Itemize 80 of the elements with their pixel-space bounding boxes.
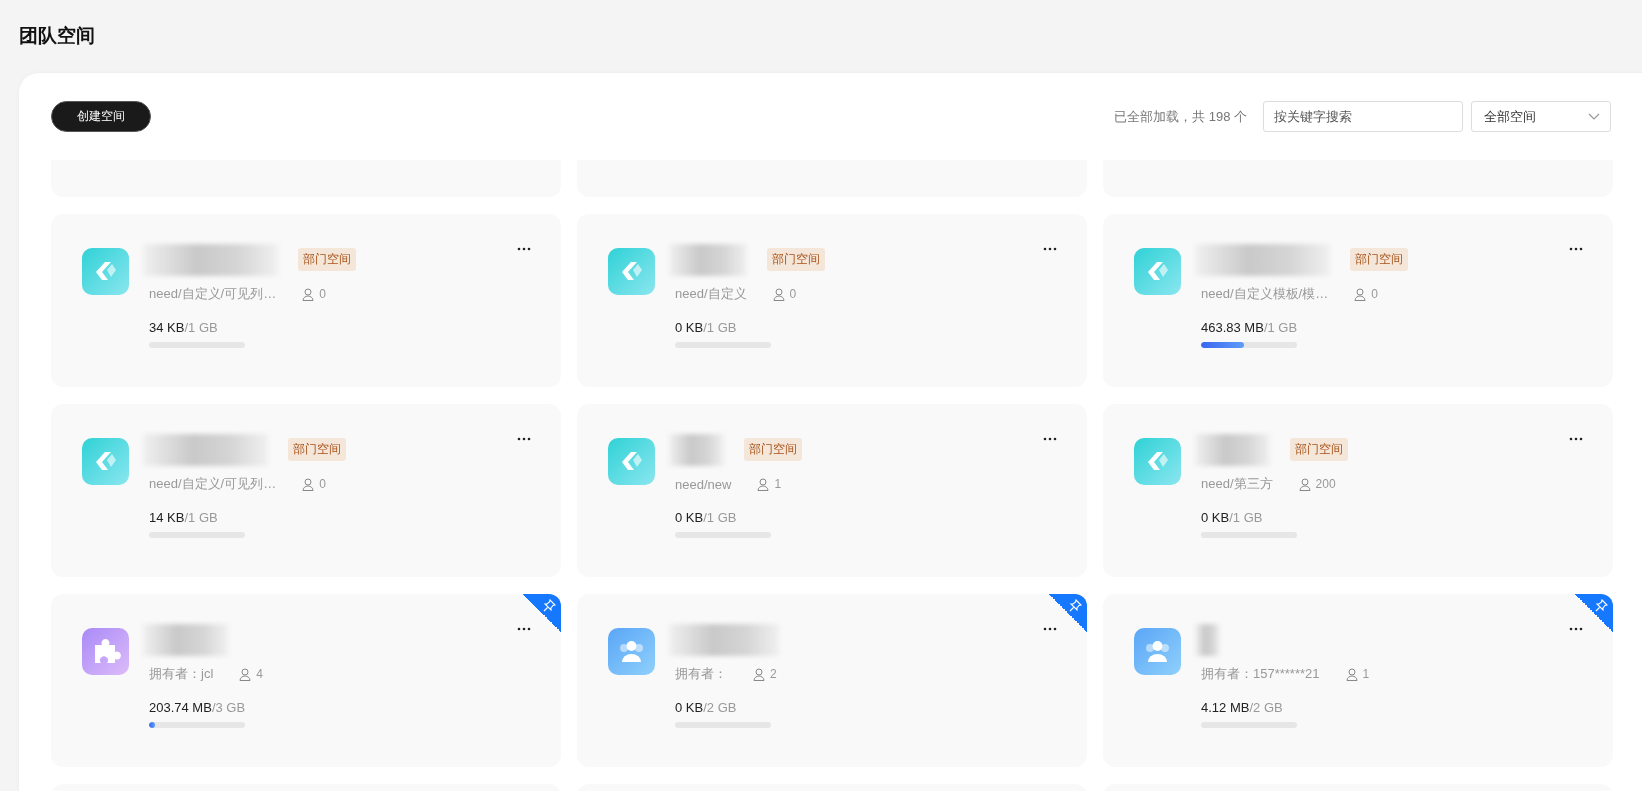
member-count: 200	[1315, 477, 1336, 491]
app-logo-icon	[82, 248, 129, 295]
space-info: 拥有者：jcl	[149, 665, 214, 683]
app-logo-icon	[608, 248, 655, 295]
space-info: need/自定义/可见列…	[149, 285, 277, 303]
search-field[interactable]: 按关键字搜索	[1263, 101, 1463, 132]
department-tag: 部门空间	[298, 248, 356, 271]
storage-used: 0 KB	[1201, 510, 1230, 525]
department-tag: 部门空间	[288, 438, 346, 461]
person-icon	[302, 477, 315, 491]
puzzle-icon	[82, 628, 129, 675]
space-info: need/new	[675, 476, 732, 492]
storage-used: 4.12 MB	[1201, 700, 1250, 715]
group-icon	[1134, 628, 1181, 675]
storage-used: 203.74 MB	[149, 700, 212, 715]
space-card[interactable]: 拥有者：157******21 1 4.12 MB/2 GB	[1103, 594, 1613, 767]
load-status: 已全部加载，共 198 个	[1114, 107, 1247, 126]
member-count: 4	[256, 667, 263, 681]
storage-total: /1 GB	[184, 320, 218, 335]
storage-used: 14 KB	[149, 510, 185, 525]
member-count: 0	[1371, 287, 1378, 301]
chevron-down-icon	[1588, 112, 1600, 121]
space-card[interactable]: 部门空间 need/自定义/可见列… 0 34 KB/1 GB	[51, 214, 561, 387]
department-tag: 部门空间	[767, 248, 825, 271]
department-tag: 部门空间	[1290, 438, 1348, 461]
app-logo-icon	[608, 438, 655, 485]
member-count: 2	[770, 667, 777, 681]
member-count: 1	[1362, 667, 1370, 681]
member-count: 0	[789, 287, 797, 301]
storage-used: 0 KB	[675, 320, 704, 335]
department-tag: 部门空间	[1350, 248, 1408, 271]
department-tag: 部门空间	[744, 438, 802, 461]
create-space-button[interactable]: 创建空间	[51, 101, 151, 132]
space-info: need/自定义/可见列…	[149, 475, 277, 493]
redacted-name	[669, 434, 724, 466]
member-count: 1	[774, 477, 782, 491]
space-card[interactable]: 拥有者：jcl 4 203.74 MB/3 GB	[51, 594, 561, 767]
space-info: need/自定义模板/模…	[1201, 285, 1329, 303]
space-card[interactable]: 部门空间 need/自定义模板/模… 0 463.83 MB/1 GB	[1103, 214, 1613, 387]
storage-total: /1 GB	[703, 320, 737, 335]
storage-used: 0 KB	[675, 510, 704, 525]
storage-used: 34 KB	[149, 320, 185, 335]
storage-used: 463.83 MB	[1201, 320, 1264, 335]
space-card[interactable]: 拥有者： 2 0 KB/2 GB	[577, 594, 1087, 767]
pin-icon	[1069, 599, 1082, 612]
space-card[interactable]: 部门空间 need/自定义 0 0 KB/1 GB	[577, 214, 1087, 387]
member-count: 0	[319, 287, 326, 301]
storage-total: /1 GB	[1263, 320, 1298, 335]
space-info: need/第三方	[1201, 475, 1273, 493]
pin-icon	[1595, 599, 1608, 612]
storage-total: /2 GB	[1249, 700, 1283, 715]
space-card[interactable]: 部门空间 need/自定义/可见列… 0 14 KB/1 GB	[51, 404, 561, 577]
space-card[interactable]: 部门空间 need/第三方 200 0 KB/1 GB	[1103, 404, 1613, 577]
storage-total: /3 GB	[211, 700, 246, 715]
person-icon	[753, 667, 765, 681]
person-icon	[772, 287, 785, 301]
page-title: 团队空间	[18, 24, 96, 48]
person-icon	[757, 477, 770, 491]
member-count: 0	[319, 477, 326, 491]
space-info: 拥有者：	[675, 665, 727, 683]
person-icon	[1298, 477, 1311, 491]
group-icon	[608, 628, 655, 675]
person-icon	[302, 287, 315, 301]
storage-total: /1 GB	[703, 510, 737, 525]
redacted-name	[1195, 624, 1220, 656]
space-info: 拥有者：157******21	[1201, 665, 1320, 683]
storage-used: 0 KB	[675, 700, 704, 715]
space-info: need/自定义	[675, 285, 747, 303]
pin-icon	[543, 599, 556, 612]
person-icon	[239, 667, 252, 681]
space-filter-dropdown[interactable]: 全部空间	[1471, 101, 1611, 132]
storage-total: /2 GB	[703, 700, 737, 715]
app-logo-icon	[1134, 438, 1181, 485]
person-icon	[1345, 667, 1358, 681]
app-logo-icon	[82, 438, 129, 485]
person-icon	[1354, 287, 1367, 301]
space-card[interactable]: 部门空间 need/new 1 0 KB/1 GB	[577, 404, 1087, 577]
app-logo-icon	[1134, 248, 1181, 295]
storage-total: /1 GB	[184, 510, 218, 525]
storage-total: /1 GB	[1229, 510, 1263, 525]
